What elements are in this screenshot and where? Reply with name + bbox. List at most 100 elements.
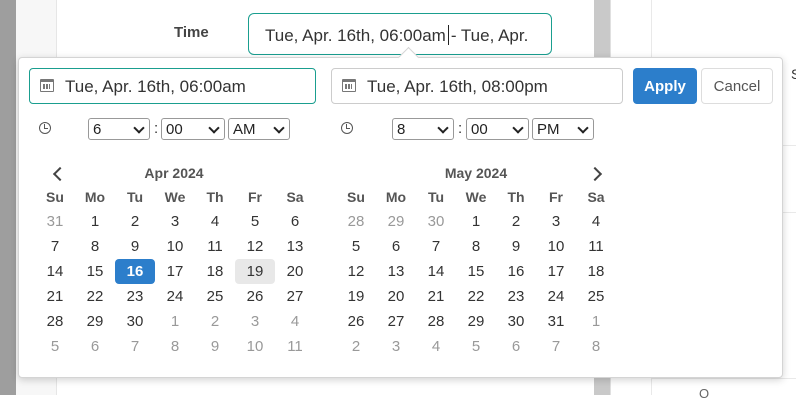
cancel-button[interactable]: Cancel [701,68,773,104]
prev-month-chevron-icon[interactable] [51,166,63,180]
calendar-day[interactable]: 4 [416,334,456,359]
calendar-day[interactable]: 9 [496,234,536,259]
calendar-day[interactable]: 25 [576,284,616,309]
calendar-day[interactable]: 22 [456,284,496,309]
calendar-day[interactable]: 9 [195,334,235,359]
calendar-day[interactable]: 3 [235,309,275,334]
calendar-day[interactable]: 3 [155,209,195,234]
calendar-day[interactable]: 29 [376,209,416,234]
calendar-day[interactable]: 7 [536,334,576,359]
calendar-day[interactable]: 26 [336,309,376,334]
calendar-day[interactable]: 24 [536,284,576,309]
calendar-day[interactable]: 10 [155,234,195,259]
calendar-day[interactable]: 12 [336,259,376,284]
calendar-day[interactable]: 21 [416,284,456,309]
calendar-day[interactable]: 6 [275,209,315,234]
calendar-day[interactable]: 27 [376,309,416,334]
calendar-day[interactable]: 29 [456,309,496,334]
calendar-day[interactable]: 8 [456,234,496,259]
calendar-day[interactable]: 17 [536,259,576,284]
calendar-day[interactable]: 4 [275,309,315,334]
calendar-day[interactable]: 13 [376,259,416,284]
calendar-day[interactable]: 30 [496,309,536,334]
calendar-day[interactable]: 9 [115,234,155,259]
calendar-day[interactable]: 6 [376,234,416,259]
calendar-day[interactable]: 31 [35,209,75,234]
apply-button[interactable]: Apply [633,68,697,104]
calendar-day[interactable]: 2 [336,334,376,359]
calendar-day[interactable]: 28 [336,209,376,234]
calendar-day[interactable]: 8 [75,234,115,259]
start-minute-select[interactable]: 00 [161,118,225,140]
calendar-day[interactable]: 5 [35,334,75,359]
calendar-day[interactable]: 17 [155,259,195,284]
calendar-day[interactable]: 4 [195,209,235,234]
calendar-day[interactable]: 16 [115,259,155,284]
calendar-day[interactable]: 5 [456,334,496,359]
calendar-day[interactable]: 2 [496,209,536,234]
calendar-day[interactable]: 10 [536,234,576,259]
calendar-day[interactable]: 7 [35,234,75,259]
calendar-day[interactable]: 6 [496,334,536,359]
start-date-input[interactable]: Tue, Apr. 16th, 06:00am [29,68,316,104]
time-range-end-text: - Tue, Apr. [450,26,529,45]
end-ampm-select[interactable]: PM [532,118,594,140]
end-date-input[interactable]: Tue, Apr. 16th, 08:00pm [331,68,623,104]
calendar-day[interactable]: 2 [195,309,235,334]
calendar-day[interactable]: 15 [456,259,496,284]
calendar-day[interactable]: 1 [576,309,616,334]
calendar-day[interactable]: 16 [496,259,536,284]
calendar-day[interactable]: 30 [416,209,456,234]
calendar-day[interactable]: 7 [416,234,456,259]
calendar-day[interactable]: 19 [235,259,275,284]
calendar-day[interactable]: 23 [496,284,536,309]
calendar-day[interactable]: 20 [275,259,315,284]
calendar-day[interactable]: 24 [155,284,195,309]
calendar-day[interactable]: 28 [35,309,75,334]
calendar-day[interactable]: 11 [195,234,235,259]
calendar-day[interactable]: 30 [115,309,155,334]
calendar-day[interactable]: 11 [275,334,315,359]
calendar-day[interactable]: 3 [536,209,576,234]
calendar-day[interactable]: 29 [75,309,115,334]
calendar-day[interactable]: 10 [235,334,275,359]
calendar-day[interactable]: 7 [115,334,155,359]
calendar-day[interactable]: 27 [275,284,315,309]
calendar-day[interactable]: 4 [576,209,616,234]
calendar-day[interactable]: 18 [576,259,616,284]
calendar-day[interactable]: 14 [416,259,456,284]
start-hour-select[interactable]: 6 [88,118,150,140]
calendar-day[interactable]: 22 [75,284,115,309]
calendar-day[interactable]: 3 [376,334,416,359]
calendar-day[interactable]: 26 [235,284,275,309]
start-ampm-select[interactable]: AM [228,118,290,140]
calendar-day[interactable]: 20 [376,284,416,309]
calendar-day[interactable]: 2 [115,209,155,234]
time-range-field[interactable]: Tue, Apr. 16th, 06:00am - Tue, Apr. [248,13,552,55]
calendar-day[interactable]: 1 [75,209,115,234]
calendar-day[interactable]: 8 [576,334,616,359]
calendar-day[interactable]: 23 [115,284,155,309]
calendar-day[interactable]: 11 [576,234,616,259]
calendar-day[interactable]: 5 [336,234,376,259]
calendar-day[interactable]: 1 [456,209,496,234]
calendar-day[interactable]: 13 [275,234,315,259]
calendar-day[interactable]: 14 [35,259,75,284]
calendar-icon [342,79,356,92]
calendar-day[interactable]: 21 [35,284,75,309]
calendar-day[interactable]: 1 [155,309,195,334]
calendar-day[interactable]: 19 [336,284,376,309]
next-month-chevron-icon[interactable] [590,166,602,180]
calendar-day[interactable]: 31 [536,309,576,334]
end-minute-select[interactable]: 00 [466,118,529,140]
calendar-day[interactable]: 12 [235,234,275,259]
calendar-day[interactable]: 5 [235,209,275,234]
calendar-day[interactable]: 28 [416,309,456,334]
calendar-day[interactable]: 8 [155,334,195,359]
time-separator: : [458,120,463,137]
calendar-day[interactable]: 18 [195,259,235,284]
calendar-day[interactable]: 25 [195,284,235,309]
end-hour-select[interactable]: 8 [392,118,454,140]
calendar-day[interactable]: 15 [75,259,115,284]
calendar-day[interactable]: 6 [75,334,115,359]
